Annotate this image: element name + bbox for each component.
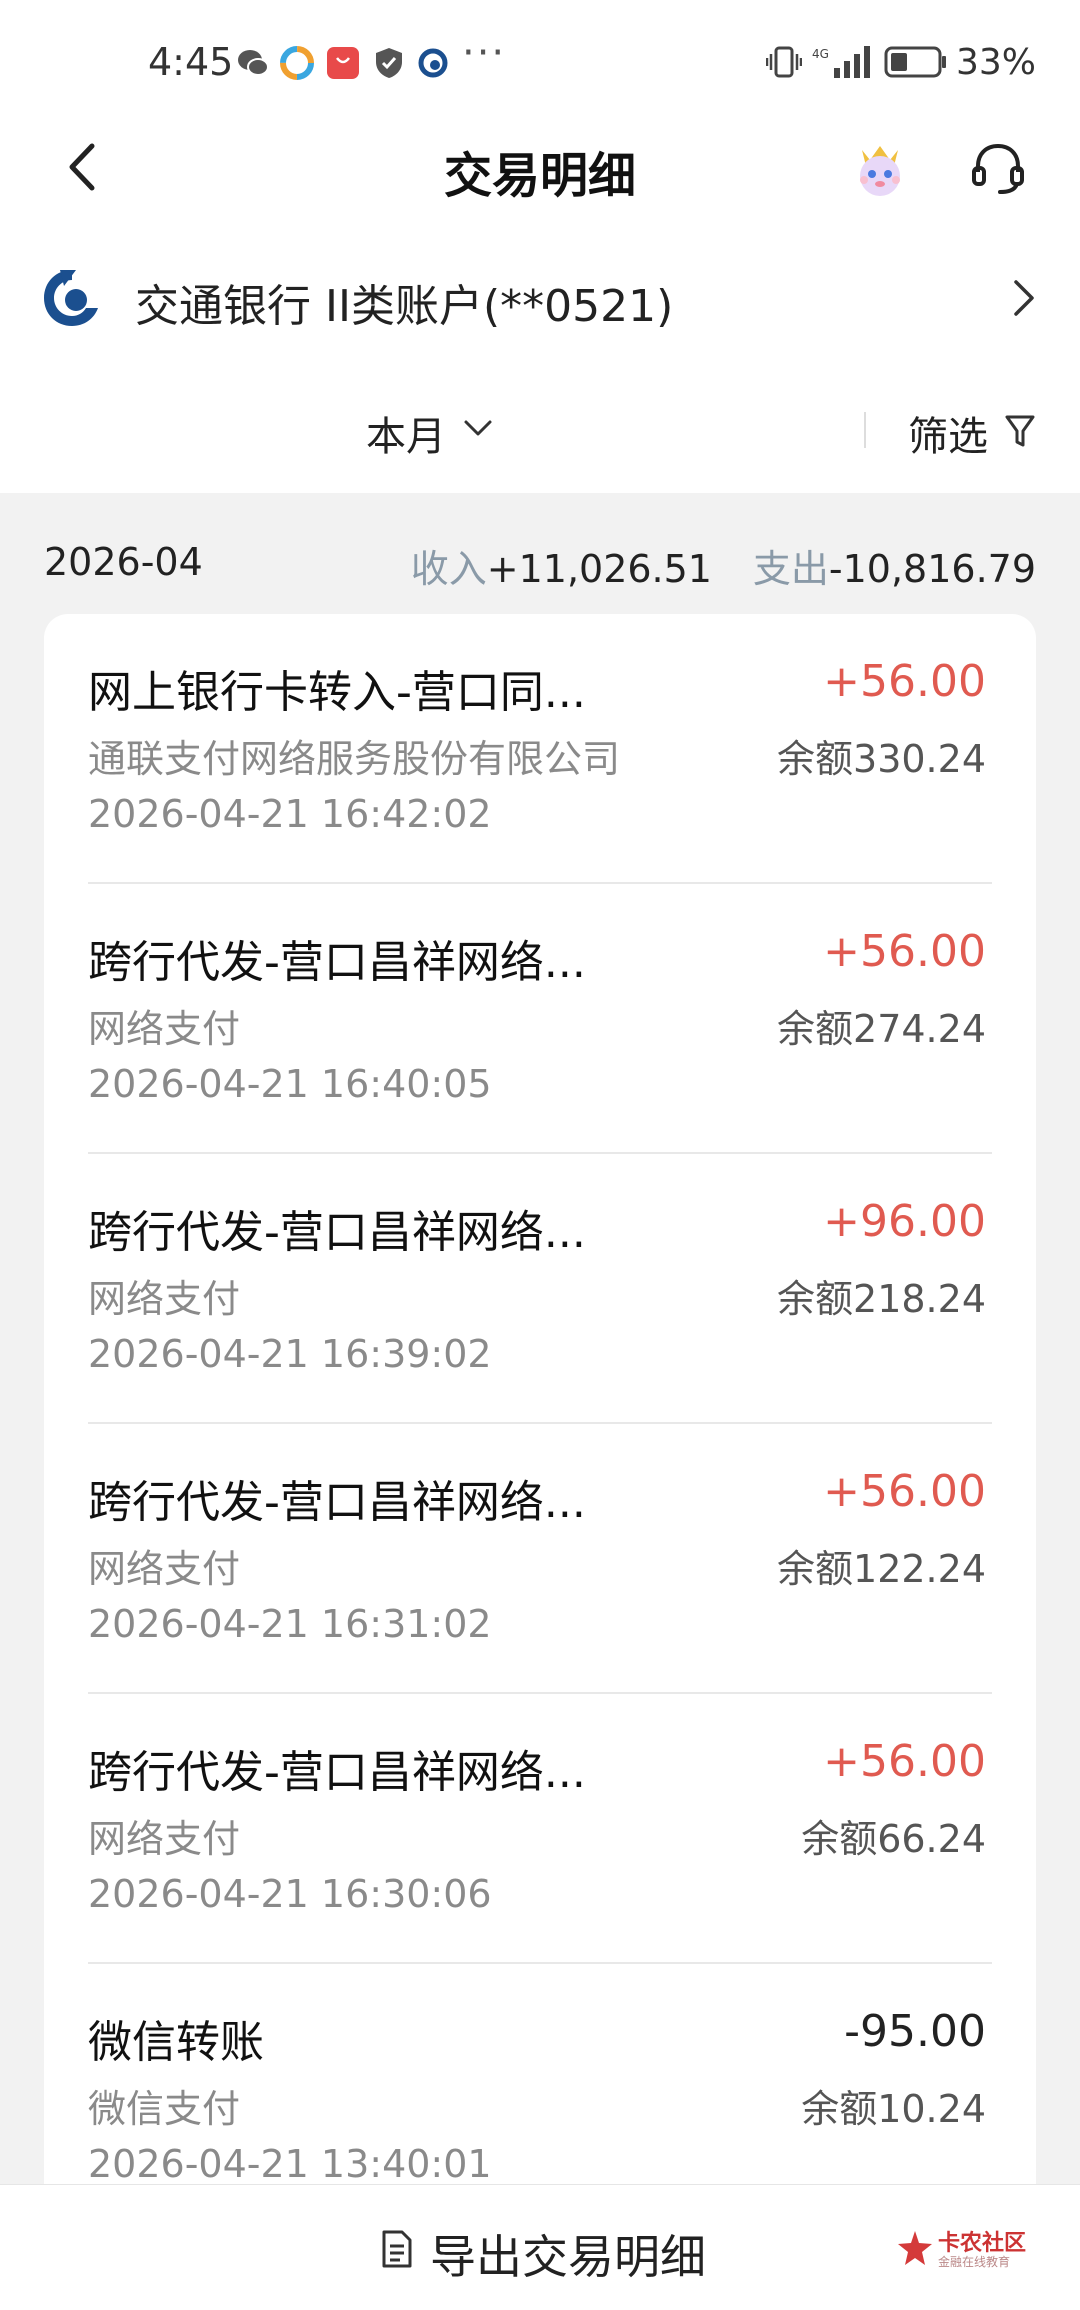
transaction-title: 微信转账 bbox=[88, 2017, 264, 2068]
status-time: 4:45 bbox=[148, 40, 234, 84]
bank-app-icon bbox=[418, 48, 448, 78]
transaction-time: 2026-04-21 13:40:01 bbox=[88, 2142, 492, 2186]
wechat-icon bbox=[238, 50, 269, 76]
account-name: 交通银行 II类账户(**0521) bbox=[135, 281, 674, 332]
transaction-balance: 余额10.24 bbox=[801, 2087, 986, 2131]
transaction-title: 跨行代发-营口昌祥网络... bbox=[88, 1207, 586, 1258]
transaction-time: 2026-04-21 16:40:05 bbox=[88, 1062, 492, 1106]
customer-service-icon[interactable] bbox=[968, 138, 1028, 198]
transaction-time: 2026-04-21 16:42:02 bbox=[88, 792, 492, 836]
svg-text:4G: 4G bbox=[812, 47, 829, 61]
month-summary: 2026-04 收入+11,026.51 支出-10,816.79 bbox=[0, 532, 1080, 596]
status-bar: 4:45 ··· 4G 33% bbox=[0, 0, 1080, 120]
transaction-title: 跨行代发-营口昌祥网络... bbox=[88, 1747, 586, 1798]
transaction-title: 网上银行卡转入-营口同... bbox=[88, 667, 586, 718]
huawei-store-icon bbox=[327, 47, 359, 79]
transaction-counterparty: 网络支付 bbox=[88, 1547, 241, 1591]
transaction-balance: 余额330.24 bbox=[777, 737, 986, 781]
chevron-right-icon bbox=[1014, 280, 1034, 316]
battery-percent: 33% bbox=[956, 42, 1037, 83]
transaction-counterparty: 微信支付 bbox=[88, 2087, 241, 2131]
transaction-balance: 余额66.24 bbox=[801, 1817, 986, 1861]
account-selector[interactable]: 交通银行 II类账户(**0521) bbox=[0, 250, 1080, 344]
filter-bar: 本月 筛选 bbox=[0, 394, 1080, 464]
transaction-counterparty: 网络支付 bbox=[88, 1817, 241, 1861]
watermark: 卡农社区 金融在线教育 bbox=[896, 2225, 1036, 2275]
filter-button[interactable]: 筛选 bbox=[908, 404, 988, 462]
shield-icon bbox=[376, 48, 402, 78]
battery-icon bbox=[884, 46, 946, 78]
expense-label: 支出 bbox=[752, 547, 829, 591]
transaction-row[interactable]: 网上银行卡转入-营口同... 通联支付网络服务股份有限公司 2026-04-21… bbox=[44, 614, 1036, 884]
transaction-balance: 余额218.24 bbox=[777, 1277, 986, 1321]
transaction-time: 2026-04-21 16:39:02 bbox=[88, 1332, 492, 1376]
vibrate-icon bbox=[766, 46, 802, 78]
transaction-time: 2026-04-21 16:30:06 bbox=[88, 1872, 492, 1916]
export-button[interactable]: 导出交易明细 bbox=[430, 2221, 706, 2287]
chevron-down-icon[interactable] bbox=[462, 418, 494, 440]
transaction-time: 2026-04-21 16:31:02 bbox=[88, 1602, 492, 1646]
page-title: 交易明细 bbox=[443, 148, 636, 204]
document-icon[interactable] bbox=[380, 2229, 414, 2269]
income-label: 收入 bbox=[410, 547, 487, 591]
transaction-amount: +56.00 bbox=[823, 1736, 986, 1787]
transaction-amount: +56.00 bbox=[823, 926, 986, 977]
transaction-title: 跨行代发-营口昌祥网络... bbox=[88, 937, 586, 988]
transaction-amount: +96.00 bbox=[823, 1196, 986, 1247]
status-more-dots: ··· bbox=[462, 30, 507, 76]
expense-total: 支出-10,816.79 bbox=[753, 538, 1036, 593]
bottom-action-bar: 导出交易明细 卡农社区 金融在线教育 bbox=[0, 2184, 1080, 2310]
filter-funnel-icon[interactable] bbox=[1004, 412, 1036, 450]
transaction-counterparty: 网络支付 bbox=[88, 1277, 241, 1321]
transaction-amount: -95.00 bbox=[844, 2006, 986, 2057]
transaction-balance: 余额274.24 bbox=[777, 1007, 986, 1051]
transaction-row[interactable]: 跨行代发-营口昌祥网络... 网络支付 2026-04-21 16:39:02 … bbox=[44, 1154, 1036, 1424]
income-value: +11,026.51 bbox=[486, 547, 712, 591]
mascot-icon[interactable] bbox=[848, 136, 912, 200]
summary-month: 2026-04 bbox=[44, 540, 203, 584]
transaction-balance: 余额122.24 bbox=[777, 1547, 986, 1591]
transaction-counterparty: 网络支付 bbox=[88, 1007, 241, 1051]
transaction-counterparty: 通联支付网络服务股份有限公司 bbox=[88, 737, 621, 781]
filter-divider bbox=[864, 412, 866, 448]
transaction-list: 网上银行卡转入-营口同... 通联支付网络服务股份有限公司 2026-04-21… bbox=[44, 614, 1036, 2310]
income-total: 收入+11,026.51 bbox=[411, 538, 712, 593]
bank-logo-icon bbox=[44, 270, 98, 326]
transaction-title: 跨行代发-营口昌祥网络... bbox=[88, 1477, 586, 1528]
watermark-subtext: 金融在线教育 bbox=[938, 2255, 1011, 2269]
transaction-row[interactable]: 跨行代发-营口昌祥网络... 网络支付 2026-04-21 16:40:05 … bbox=[44, 884, 1036, 1154]
expense-value: -10,816.79 bbox=[828, 547, 1036, 591]
transaction-row[interactable]: 跨行代发-营口昌祥网络... 网络支付 2026-04-21 16:31:02 … bbox=[44, 1424, 1036, 1694]
transaction-row[interactable]: 跨行代发-营口昌祥网络... 网络支付 2026-04-21 16:30:06 … bbox=[44, 1694, 1036, 1964]
app-icon bbox=[280, 46, 314, 80]
period-selector[interactable]: 本月 bbox=[366, 404, 446, 462]
watermark-logo-icon bbox=[898, 2231, 932, 2265]
signal-icon: 4G bbox=[812, 46, 870, 78]
transaction-amount: +56.00 bbox=[823, 1466, 986, 1517]
transaction-amount: +56.00 bbox=[823, 656, 986, 707]
